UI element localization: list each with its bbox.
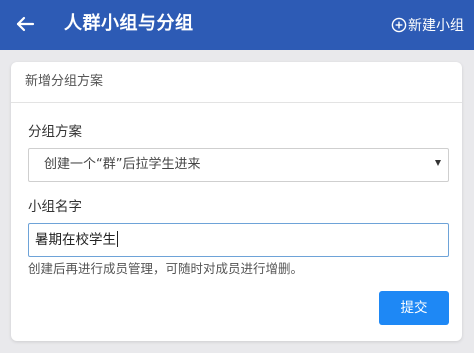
circle-plus-icon <box>391 17 407 33</box>
submit-button[interactable]: 提交 <box>379 291 449 325</box>
card-header: 新增分组方案 <box>11 62 462 103</box>
card-title: 新增分组方案 <box>25 74 104 89</box>
back-button[interactable] <box>12 10 40 38</box>
scheme-select[interactable]: 创建一个“群”后拉学生进来 <box>28 148 449 182</box>
scheme-selected-value: 创建一个“群”后拉学生进来 <box>44 157 201 172</box>
group-name-input[interactable]: 暑期在校学生 <box>28 223 449 257</box>
new-group-scheme-card: 新增分组方案 分组方案 创建一个“群”后拉学生进来 小组名字 暑期在校学生 创建… <box>11 62 462 341</box>
chevron-down-icon <box>435 160 441 166</box>
new-group-label: 新建小组 <box>408 18 464 34</box>
group-name-value: 暑期在校学生 <box>35 231 118 249</box>
new-group-button[interactable]: 新建小组 <box>391 14 464 36</box>
page-title: 人群小组与分组 <box>64 13 194 34</box>
helper-text: 创建后再进行成员管理，可随时对成员进行增删。 <box>28 261 304 276</box>
arrow-left-icon <box>16 16 35 32</box>
group-name-text: 暑期在校学生 <box>35 232 116 248</box>
top-app-bar: 人群小组与分组 新建小组 <box>0 0 474 50</box>
group-name-label: 小组名字 <box>28 199 82 215</box>
scheme-label: 分组方案 <box>28 124 82 140</box>
text-caret <box>117 231 118 247</box>
